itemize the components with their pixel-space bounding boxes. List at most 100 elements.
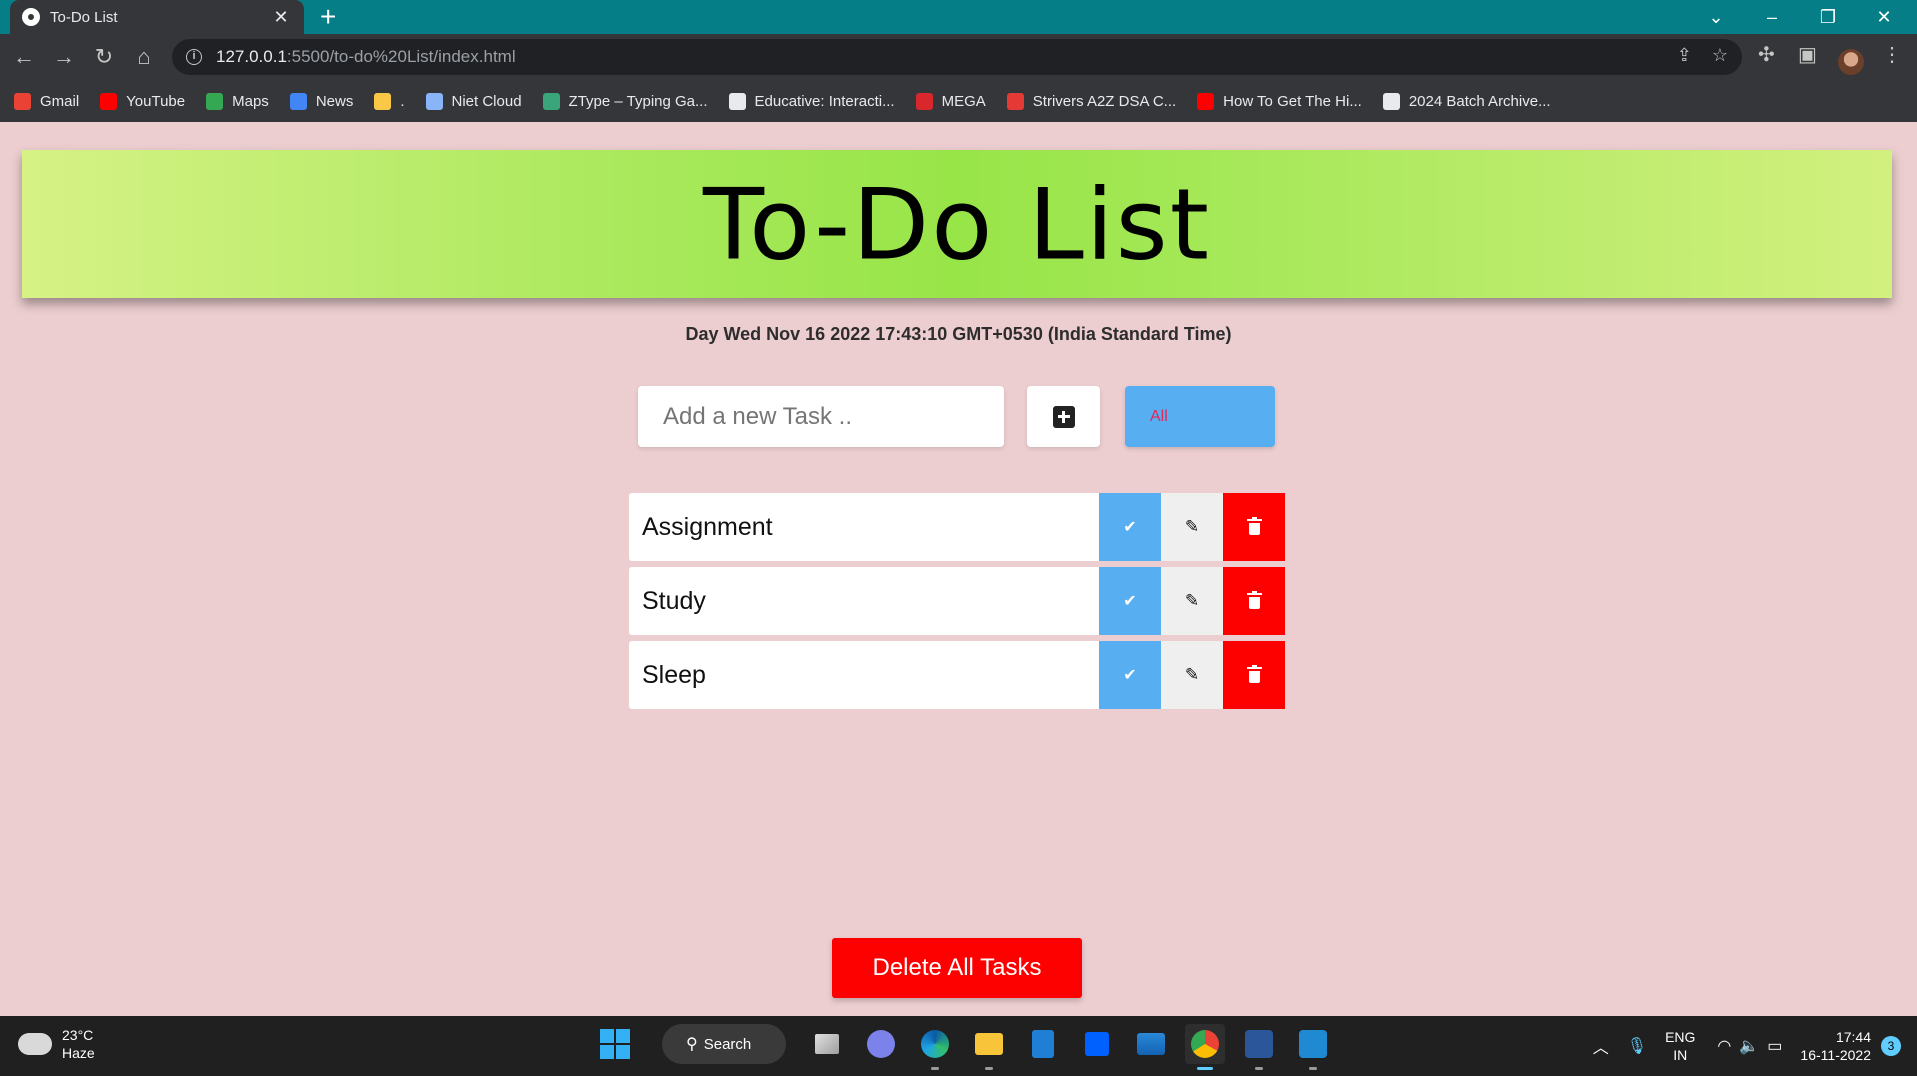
delete-task-button[interactable] — [1223, 641, 1285, 709]
bookmark-favicon-icon — [289, 92, 307, 110]
tab-title: To-Do List — [50, 8, 118, 26]
trash-icon — [1246, 590, 1262, 609]
bookmark-item[interactable]: News — [289, 92, 353, 110]
file-explorer-icon[interactable] — [969, 1024, 1009, 1070]
microphone-icon[interactable]: 🎙 — [1627, 1036, 1647, 1056]
bookmark-item[interactable]: How To Get The Hi... — [1197, 92, 1362, 110]
bookmarks-bar: Gmail YouTube Maps News. Niet Cloud ZType – T… — [0, 80, 1917, 122]
url-path: :5500/to-do%20List/index.html — [286, 47, 516, 66]
bookmark-item[interactable]: Educative: Interacti... — [728, 92, 895, 110]
bookmark-item[interactable]: MEGA — [915, 92, 986, 110]
bookmark-item[interactable]: Gmail — [14, 92, 80, 110]
filter-select[interactable]: All — [1125, 386, 1275, 447]
show-hidden-icons-icon[interactable]: ︿ — [1593, 1034, 1609, 1058]
bookmark-item[interactable]: Strivers A2Z DSA C... — [1006, 92, 1177, 110]
minimize-button[interactable]: – — [1744, 7, 1800, 28]
bookmark-item[interactable]: Niet Cloud — [425, 92, 522, 110]
edit-task-button[interactable]: ✎ — [1161, 567, 1223, 635]
notification-badge[interactable]: 3 — [1881, 1036, 1901, 1056]
mail-icon[interactable] — [1131, 1024, 1171, 1064]
bookmark-label: Niet Cloud — [451, 92, 522, 110]
task-row: Assignment ✔ ✎ — [629, 493, 1285, 561]
home-button[interactable]: ⌂ — [129, 42, 159, 72]
bookmark-favicon-icon — [14, 92, 31, 110]
bookmark-label: . — [400, 92, 405, 110]
bookmark-star-icon[interactable]: ☆ — [1712, 45, 1728, 66]
temperature: 23°C — [62, 1027, 94, 1043]
search-label: Search — [703, 1035, 752, 1053]
profile-avatar[interactable] — [1838, 49, 1864, 75]
pencil-icon: ✎ — [1184, 517, 1200, 536]
bookmark-label: MEGA — [941, 92, 986, 110]
volume-icon[interactable]: 🔈 — [1739, 1036, 1759, 1056]
edit-task-button[interactable]: ✎ — [1161, 641, 1223, 709]
new-task-input[interactable] — [638, 386, 1004, 447]
bookmark-favicon-icon — [1006, 92, 1024, 110]
start-button[interactable] — [600, 1029, 630, 1059]
system-clock[interactable]: 17:44 16-11-2022 — [1800, 1028, 1871, 1064]
delete-task-button[interactable] — [1223, 567, 1285, 635]
delete-task-button[interactable] — [1223, 493, 1285, 561]
back-button[interactable]: ← — [9, 42, 39, 72]
address-bar[interactable]: i 127.0.0.1:5500/to-do%20List/index.html… — [172, 39, 1742, 75]
check-icon: ✔ — [1123, 593, 1137, 610]
edit-task-button[interactable]: ✎ — [1161, 493, 1223, 561]
clock-time: 17:44 — [1835, 1029, 1871, 1045]
vscode-icon[interactable] — [1293, 1024, 1333, 1070]
bookmark-label: Gmail — [40, 92, 80, 110]
bookmark-item[interactable]: . — [374, 92, 405, 110]
delete-all-button[interactable]: Delete All Tasks — [832, 938, 1082, 998]
check-icon: ✔ — [1123, 667, 1137, 684]
store-icon[interactable] — [1023, 1024, 1063, 1064]
browser-toolbar: ← → ↻ ⌂ i 127.0.0.1:5500/to-do%20List/in… — [0, 34, 1917, 80]
region-code: IN — [1673, 1047, 1688, 1063]
tab-search-icon[interactable]: ⌄ — [1688, 7, 1744, 28]
bookmark-favicon-icon — [206, 92, 224, 110]
bookmark-favicon-icon — [728, 92, 746, 110]
forward-button[interactable]: → — [49, 42, 79, 72]
extensions-icon[interactable]: ✣ — [1758, 42, 1775, 67]
reload-button[interactable]: ↻ — [89, 42, 119, 72]
bookmark-item[interactable]: ZType – Typing Ga... — [542, 92, 708, 110]
pencil-icon: ✎ — [1184, 665, 1200, 684]
complete-task-button[interactable]: ✔ — [1099, 567, 1161, 635]
new-tab-button[interactable]: + — [320, 2, 336, 32]
bookmark-item[interactable]: 2024 Batch Archive... — [1382, 92, 1551, 110]
edge-browser-icon[interactable] — [915, 1024, 955, 1070]
clock-date: 16-11-2022 — [1800, 1047, 1871, 1063]
pencil-icon: ✎ — [1184, 591, 1200, 610]
close-window-button[interactable]: ✕ — [1856, 7, 1912, 28]
bookmark-item[interactable]: YouTube — [100, 92, 186, 110]
current-datetime: Day Wed Nov 16 2022 17:43:10 GMT+0530 (I… — [685, 324, 1232, 344]
browser-tab[interactable]: To-Do List ✕ — [10, 0, 304, 34]
task-row: Sleep ✔ ✎ — [629, 641, 1285, 709]
bookmark-label: YouTube — [126, 92, 186, 110]
teams-chat-icon[interactable] — [861, 1024, 901, 1064]
bookmark-item[interactable]: Maps — [206, 92, 269, 110]
site-info-icon[interactable]: i — [186, 49, 202, 65]
complete-task-button[interactable]: ✔ — [1099, 641, 1161, 709]
word-icon[interactable] — [1239, 1024, 1279, 1070]
chrome-icon[interactable] — [1185, 1024, 1225, 1070]
weather-widget[interactable]: 23°C Haze — [18, 1025, 95, 1062]
bookmark-label: Strivers A2Z DSA C... — [1032, 92, 1177, 110]
url-host: 127.0.0.1 — [216, 47, 287, 66]
task-view-icon[interactable] — [807, 1024, 847, 1064]
window-controls: ⌄ – ❐ ✕ — [1688, 0, 1912, 34]
add-task-button[interactable] — [1027, 386, 1100, 447]
side-panel-icon[interactable]: ▣ — [1798, 42, 1817, 67]
share-icon[interactable]: ⇪ — [1677, 45, 1692, 66]
wifi-icon[interactable]: ◠ — [1717, 1036, 1731, 1056]
restore-button[interactable]: ❐ — [1800, 7, 1856, 28]
bookmark-favicon-icon — [374, 92, 392, 110]
task-label: Sleep — [629, 641, 1099, 709]
menu-icon[interactable]: ⋮ — [1882, 42, 1902, 67]
complete-task-button[interactable]: ✔ — [1099, 493, 1161, 561]
input-language[interactable]: ENG IN — [1665, 1028, 1695, 1064]
close-tab-icon[interactable]: ✕ — [270, 7, 292, 28]
dropbox-icon[interactable] — [1077, 1024, 1117, 1064]
taskbar-search[interactable]: ⚲ Search — [662, 1024, 786, 1064]
task-label: Assignment — [629, 493, 1099, 561]
battery-icon[interactable]: ▭ — [1767, 1036, 1782, 1056]
page-title: To-Do List — [703, 166, 1211, 282]
